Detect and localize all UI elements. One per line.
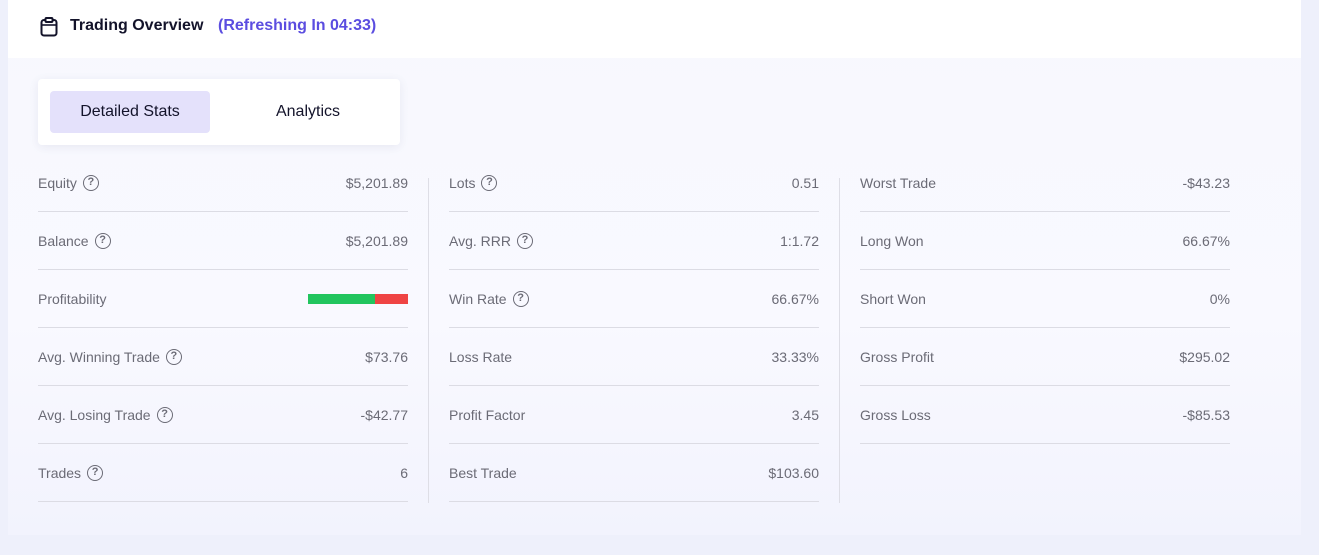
stat-row-equity: Equity? $5,201.89 [38, 154, 408, 212]
stat-row-best-trade: Best Trade $103.60 [449, 444, 819, 502]
stat-label-container: Gross Loss [860, 407, 931, 423]
stat-label-container: Long Won [860, 233, 924, 249]
help-icon[interactable]: ? [156, 406, 173, 423]
stat-row-gross-profit: Gross Profit $295.02 [860, 328, 1230, 386]
stat-value: 6 [400, 464, 408, 481]
stat-label: Avg. Winning Trade [38, 348, 160, 365]
tab-analytics[interactable]: Analytics [228, 91, 388, 133]
help-icon[interactable]: ? [82, 174, 99, 191]
profitability-loss-segment [374, 293, 408, 304]
help-icon[interactable]: ? [94, 232, 111, 249]
stat-value: 66.67% [771, 290, 819, 307]
profitability-win-segment [308, 293, 375, 304]
stat-value: 0.51 [791, 174, 819, 191]
stat-label: Equity [38, 174, 77, 191]
help-icon[interactable]: ? [481, 174, 498, 191]
stat-label-container: Avg. Winning Trade? [38, 348, 182, 365]
help-icon[interactable]: ? [512, 290, 529, 307]
stat-row-long-won: Long Won 66.67% [860, 212, 1230, 270]
stat-row-loss-rate: Loss Rate 33.33% [449, 328, 819, 386]
clipboard-icon [40, 17, 58, 37]
help-icon[interactable]: ? [165, 348, 182, 365]
stat-row-profitability: Profitability [38, 270, 408, 328]
tab-detailed-stats[interactable]: Detailed Stats [50, 91, 210, 133]
stat-label: Win Rate [449, 290, 507, 307]
stat-label-container: Trades? [38, 464, 104, 481]
stats-tabs: Detailed Stats Analytics [38, 79, 400, 145]
stat-row-lots: Lots? 0.51 [449, 154, 819, 212]
stat-value: 66.67% [1182, 232, 1230, 249]
stat-label-container: Avg. Losing Trade? [38, 406, 173, 423]
stat-label: Best Trade [449, 464, 517, 481]
refresh-countdown: (Refreshing In 04:33) [218, 17, 377, 34]
stat-row-win-rate: Win Rate? 66.67% [449, 270, 819, 328]
stat-value: -$42.77 [360, 406, 408, 423]
profitability-bar [308, 293, 408, 304]
stat-value: $73.76 [365, 348, 408, 365]
stats-column-3: Worst Trade -$43.23 Long Won 66.67% Short Wo… [860, 154, 1230, 444]
help-icon[interactable]: ? [87, 464, 104, 481]
panel-header: Trading Overview (Refreshing In 04:33) [8, 0, 1301, 58]
stat-label-container: Equity? [38, 174, 99, 191]
stat-label: Long Won [860, 232, 924, 249]
stats-column-2: Lots? 0.51 Avg. RRR? 1:1.72 Win Rate? 66.67% L… [449, 154, 819, 502]
stat-row-avg-rrr: Avg. RRR? 1:1.72 [449, 212, 819, 270]
stat-value: 3.45 [791, 406, 819, 423]
column-divider [839, 178, 840, 503]
stat-label-container: Profit Factor [449, 407, 525, 423]
stat-label: Avg. Losing Trade [38, 406, 151, 423]
stat-row-gross-loss: Gross Loss -$85.53 [860, 386, 1230, 444]
stat-value: $5,201.89 [345, 232, 408, 249]
stat-value: 0% [1209, 290, 1230, 307]
stat-label: Gross Profit [860, 348, 934, 365]
stat-label-container: Profitability [38, 291, 106, 307]
column-divider [428, 178, 429, 503]
help-icon[interactable]: ? [516, 232, 533, 249]
stat-label: Balance [38, 232, 89, 249]
stat-label-container: Balance? [38, 232, 111, 249]
stat-label: Profit Factor [449, 406, 526, 423]
stat-label: Trades [38, 464, 82, 481]
stat-label-container: Best Trade [449, 465, 517, 481]
stat-label-container: Worst Trade [860, 175, 936, 191]
stat-label: Worst Trade [860, 174, 936, 191]
stat-value: 1:1.72 [780, 232, 819, 249]
stat-row-short-won: Short Won 0% [860, 270, 1230, 328]
stat-label: Lots [449, 174, 476, 191]
stat-label-container: Gross Profit [860, 349, 934, 365]
stat-row-profit-factor: Profit Factor 3.45 [449, 386, 819, 444]
stat-label: Profitability [38, 290, 107, 307]
stat-label: Loss Rate [449, 348, 513, 365]
stat-row-avg-winning-trade: Avg. Winning Trade? $73.76 [38, 328, 408, 386]
stat-row-worst-trade: Worst Trade -$43.23 [860, 154, 1230, 212]
stat-label-container: Loss Rate [449, 349, 512, 365]
stat-row-avg-losing-trade: Avg. Losing Trade? -$42.77 [38, 386, 408, 444]
stat-label: Avg. RRR [449, 232, 511, 249]
stats-column-1: Equity? $5,201.89 Balance? $5,201.89 Profita… [38, 154, 408, 502]
stat-value: $5,201.89 [345, 174, 408, 191]
stat-value: -$43.23 [1182, 174, 1230, 191]
stat-label-container: Lots? [449, 174, 498, 191]
stat-label: Gross Loss [860, 406, 931, 423]
stat-label-container: Win Rate? [449, 290, 529, 307]
stat-value: -$85.53 [1182, 406, 1230, 423]
stat-label-container: Avg. RRR? [449, 232, 533, 249]
stat-label: Short Won [860, 290, 926, 307]
stat-label-container: Short Won [860, 291, 926, 307]
stat-value: $103.60 [768, 464, 819, 481]
page-title: Trading Overview [70, 17, 204, 34]
stat-value: $295.02 [1179, 348, 1230, 365]
stat-row-balance: Balance? $5,201.89 [38, 212, 408, 270]
trading-overview-panel: Trading Overview (Refreshing In 04:33) D… [8, 0, 1301, 535]
stat-value: 33.33% [771, 348, 819, 365]
stat-row-trades: Trades? 6 [38, 444, 408, 502]
